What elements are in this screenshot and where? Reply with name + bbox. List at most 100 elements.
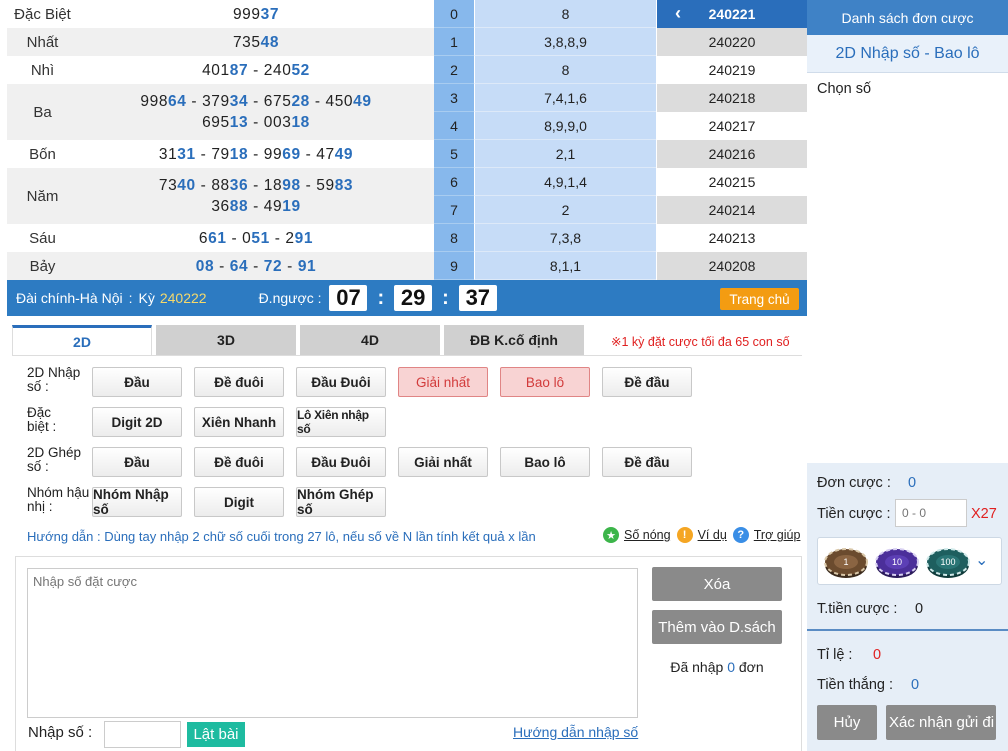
digit-values: 7,4,1,6 (474, 84, 656, 112)
prize-line: 3688 - 4919 (211, 196, 300, 217)
win-label: Tiền thắng : (817, 677, 894, 693)
prize-line: 69513 - 00318 (202, 112, 310, 133)
bet-type-button[interactable]: Bao lô (500, 447, 590, 477)
bet-type-button[interactable]: Nhóm Nhập số (92, 487, 182, 517)
countdown-hours: 07 (329, 285, 368, 311)
prize-digits: 91 (294, 229, 314, 247)
flip-button[interactable]: Lật bài (187, 722, 245, 747)
prize-digits: 08 (195, 257, 215, 275)
prize-line: 99864 - 37934 - 67528 - 45049 (140, 91, 371, 112)
help-link[interactable]: Trợ giúp (754, 528, 801, 542)
period-item[interactable]: 240215 (656, 168, 807, 196)
period-item[interactable]: 240216 (656, 140, 807, 168)
entered-post: đơn (738, 659, 764, 675)
bet-type-button[interactable]: Đề đầu (602, 447, 692, 477)
order-label: Đơn cược : (817, 475, 891, 491)
digit-values: 2,1 (474, 140, 656, 168)
bet-type-button[interactable]: Đầu (92, 447, 182, 477)
digit-row: 9 8,1,1 (434, 252, 656, 280)
add-to-list-button[interactable]: Thêm vào D.sách (652, 610, 782, 644)
bet-type-button[interactable]: Đề đuôi (194, 367, 284, 397)
input-label: Nhập số : (28, 724, 93, 741)
prize-numbers: 3131 - 7918 - 9969 - 4749 (78, 140, 434, 168)
prize-digits: - 379 (186, 93, 230, 110)
prize-digits: 87 (229, 61, 249, 79)
input-guide-link[interactable]: Hướng dẫn nhập số (513, 724, 638, 740)
prize-digits: 88 (229, 198, 249, 215)
rate-value: 0 (873, 647, 882, 663)
period-item[interactable]: 240217 (656, 112, 807, 140)
panel-divider (807, 629, 1008, 631)
chip-100-icon[interactable]: 100 (926, 547, 970, 579)
tab-3d[interactable]: 3D (156, 325, 296, 355)
bet-type-button[interactable]: Giải nhất (398, 367, 488, 397)
rate-label: Tỉ lệ : (817, 647, 853, 663)
prize-numbers: 73548 (78, 28, 434, 56)
result-row: Nhì 40187 - 24052 (7, 56, 434, 84)
period-item[interactable]: 240220 (656, 28, 807, 56)
bet-type-button[interactable]: Đầu (92, 367, 182, 397)
bet-type-button[interactable]: Đầu Đuôi (296, 447, 386, 477)
prize-digits: - 59 (300, 177, 335, 194)
prize-digits: 735 (232, 33, 261, 51)
bet-type-button[interactable]: Lô Xiên nhập số (296, 407, 386, 437)
prize-digits: 13 (229, 114, 249, 131)
prize-digits: 31 (158, 145, 178, 163)
bet-type-button[interactable]: Bao lô (500, 367, 590, 397)
bet-type-button[interactable]: Digit (194, 487, 284, 517)
prize-digits: 34 (229, 93, 249, 110)
period-id: 240208 (708, 258, 756, 274)
tab-4d[interactable]: 4D (300, 325, 440, 355)
result-row: Sáu 661 - 051 - 291 (7, 224, 434, 252)
prize-digits: 40 (177, 177, 196, 194)
bet-type-button[interactable]: Đầu Đuôi (296, 367, 386, 397)
prize-digits: 401 (202, 61, 230, 79)
period-id: 240215 (708, 174, 756, 190)
cancel-button[interactable]: Hủy (817, 705, 877, 740)
prize-digits: - 675 (248, 93, 292, 110)
chip-1-icon[interactable]: 1 (824, 547, 868, 579)
number-input[interactable] (104, 721, 181, 748)
digit-values: 8 (474, 0, 656, 28)
chevron-down-icon[interactable]: ⌄ (975, 550, 988, 570)
chip-10-icon[interactable]: 10 (875, 547, 919, 579)
example-link[interactable]: Ví dụ (698, 528, 727, 542)
prize-line: 99937 (233, 4, 279, 25)
prize-line: 08 - 64 - 72 - 91 (196, 256, 317, 277)
home-button[interactable]: Trang chủ (720, 288, 799, 310)
prize-label: Nhì (30, 61, 55, 79)
bet-type-button[interactable]: Nhóm Ghép số (296, 487, 386, 517)
prize-numbers: 40187 - 24052 (78, 56, 434, 84)
period-item[interactable]: 240208 (656, 252, 807, 280)
prize-label: Năm (26, 187, 59, 205)
period-item[interactable]: 240219 (656, 56, 807, 84)
period-item[interactable]: 240214 (656, 196, 807, 224)
bet-row-label: 2D Ghép số : (27, 445, 82, 474)
prize-digits: - 99 (248, 145, 283, 163)
delete-button[interactable]: Xóa (652, 567, 782, 601)
digit-index: 7 (434, 196, 474, 224)
chevron-left-icon[interactable]: ‹ (675, 3, 681, 24)
period-item[interactable]: ‹ 240221 (656, 0, 807, 28)
bet-type-button[interactable]: Đề đuôi (194, 447, 284, 477)
digit-values: 4,9,1,4 (474, 168, 656, 196)
confirm-submit-button[interactable]: Xác nhận gửi đi (886, 705, 996, 740)
prize-digits: 72 (263, 257, 283, 275)
bet-numbers-textarea[interactable] (27, 568, 638, 718)
time-sep: : (442, 286, 449, 309)
prize-digits: 37 (260, 5, 280, 23)
prize-digits: - 88 (195, 177, 230, 194)
tab-2d[interactable]: 2D (12, 325, 152, 355)
bet-type-button[interactable]: Giải nhất (398, 447, 488, 477)
hot-numbers-link[interactable]: Số nóng (624, 528, 671, 542)
bet-type-button[interactable]: Xiên Nhanh (194, 407, 284, 437)
bet-type-button[interactable]: Digit 2D (92, 407, 182, 437)
win-value: 0 (911, 677, 920, 693)
bet-amount-input[interactable] (895, 499, 967, 527)
countdown-minutes: 29 (394, 285, 433, 311)
period-item[interactable]: 240213 (656, 224, 807, 252)
period-item[interactable]: 240218 (656, 84, 807, 112)
period-id: 240214 (708, 202, 756, 218)
bet-type-button[interactable]: Đề đầu (602, 367, 692, 397)
tab-db-co-dinh[interactable]: ĐB K.cố định (444, 325, 584, 355)
